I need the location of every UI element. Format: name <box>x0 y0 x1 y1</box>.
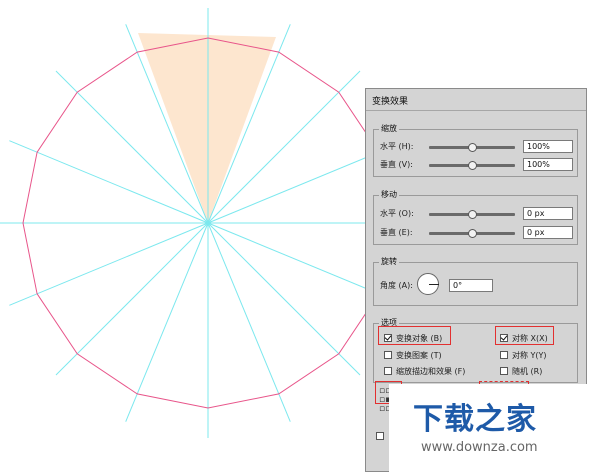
move-horizontal-row: 水平 (O): 0 px <box>380 207 575 221</box>
guide-line <box>207 222 291 422</box>
scale-vertical-label: 垂直 (V): <box>380 160 413 169</box>
guide-line <box>9 222 209 306</box>
slider-knob[interactable] <box>468 210 477 219</box>
scale-vertical-slider[interactable] <box>429 161 515 170</box>
checkbox-box[interactable] <box>376 432 384 440</box>
guide-line <box>55 222 209 376</box>
move-vertical-row: 垂直 (E): 0 px <box>380 226 575 240</box>
highlighted-segment[interactable] <box>138 33 276 223</box>
guide-line <box>125 222 209 422</box>
reflect-y-label: 对称 Y(Y) <box>512 351 547 360</box>
move-horizontal-label: 水平 (O): <box>380 209 414 218</box>
rotate-group-title: 旋转 <box>379 256 399 267</box>
slider-knob[interactable] <box>468 229 477 238</box>
move-horizontal-field[interactable]: 0 px <box>523 207 573 220</box>
checkbox-box[interactable] <box>384 351 392 359</box>
move-vertical-label: 垂直 (E): <box>380 228 413 237</box>
scale-strokes-label: 缩放描边和效果 (F) <box>396 367 466 376</box>
checkbox-box[interactable] <box>500 367 508 375</box>
scale-vertical-field[interactable]: 100% <box>523 158 573 171</box>
move-vertical-field[interactable]: 0 px <box>523 226 573 239</box>
transform-objects-highlight <box>378 326 451 345</box>
scale-horizontal-field[interactable]: 100% <box>523 140 573 153</box>
scale-horizontal-row: 水平 (H): 100% <box>380 140 575 154</box>
title-separator <box>366 110 586 111</box>
slider-knob[interactable] <box>468 161 477 170</box>
watermark-title: 下载之家 <box>413 402 537 437</box>
checkbox-box[interactable] <box>500 351 508 359</box>
move-group: 移动 水平 (O): 0 px 垂直 (E): 0 px <box>373 189 578 245</box>
scale-horizontal-slider[interactable] <box>429 143 515 152</box>
slider-knob[interactable] <box>468 143 477 152</box>
scale-group-title: 缩放 <box>379 123 399 134</box>
scale-group: 缩放 水平 (H): 100% 垂直 (V): 100% <box>373 123 578 177</box>
angle-dial[interactable] <box>417 273 439 295</box>
move-horizontal-slider[interactable] <box>429 210 515 219</box>
guide-line <box>9 140 209 224</box>
site-watermark: 下载之家 www.downza.com <box>389 384 587 472</box>
scale-vertical-row: 垂直 (V): 100% <box>380 158 575 172</box>
scale-horizontal-label: 水平 (H): <box>380 142 414 151</box>
watermark-url: www.downza.com <box>421 440 538 455</box>
guide-line <box>207 222 361 376</box>
dialog-title: 变换效果 <box>372 97 409 107</box>
checkbox-box[interactable] <box>384 367 392 375</box>
dial-indicator <box>429 284 439 285</box>
move-vertical-slider[interactable] <box>429 229 515 238</box>
transform-patterns-label: 变换图案 (T) <box>396 351 442 360</box>
rotate-angle-label: 角度 (A): <box>380 281 413 290</box>
move-group-title: 移动 <box>379 189 399 200</box>
reflect-x-highlight <box>495 326 554 345</box>
rotate-group: 旋转 角度 (A): 0° <box>373 256 578 306</box>
random-label: 随机 (R) <box>512 367 543 376</box>
rotate-angle-field[interactable]: 0° <box>449 279 493 292</box>
